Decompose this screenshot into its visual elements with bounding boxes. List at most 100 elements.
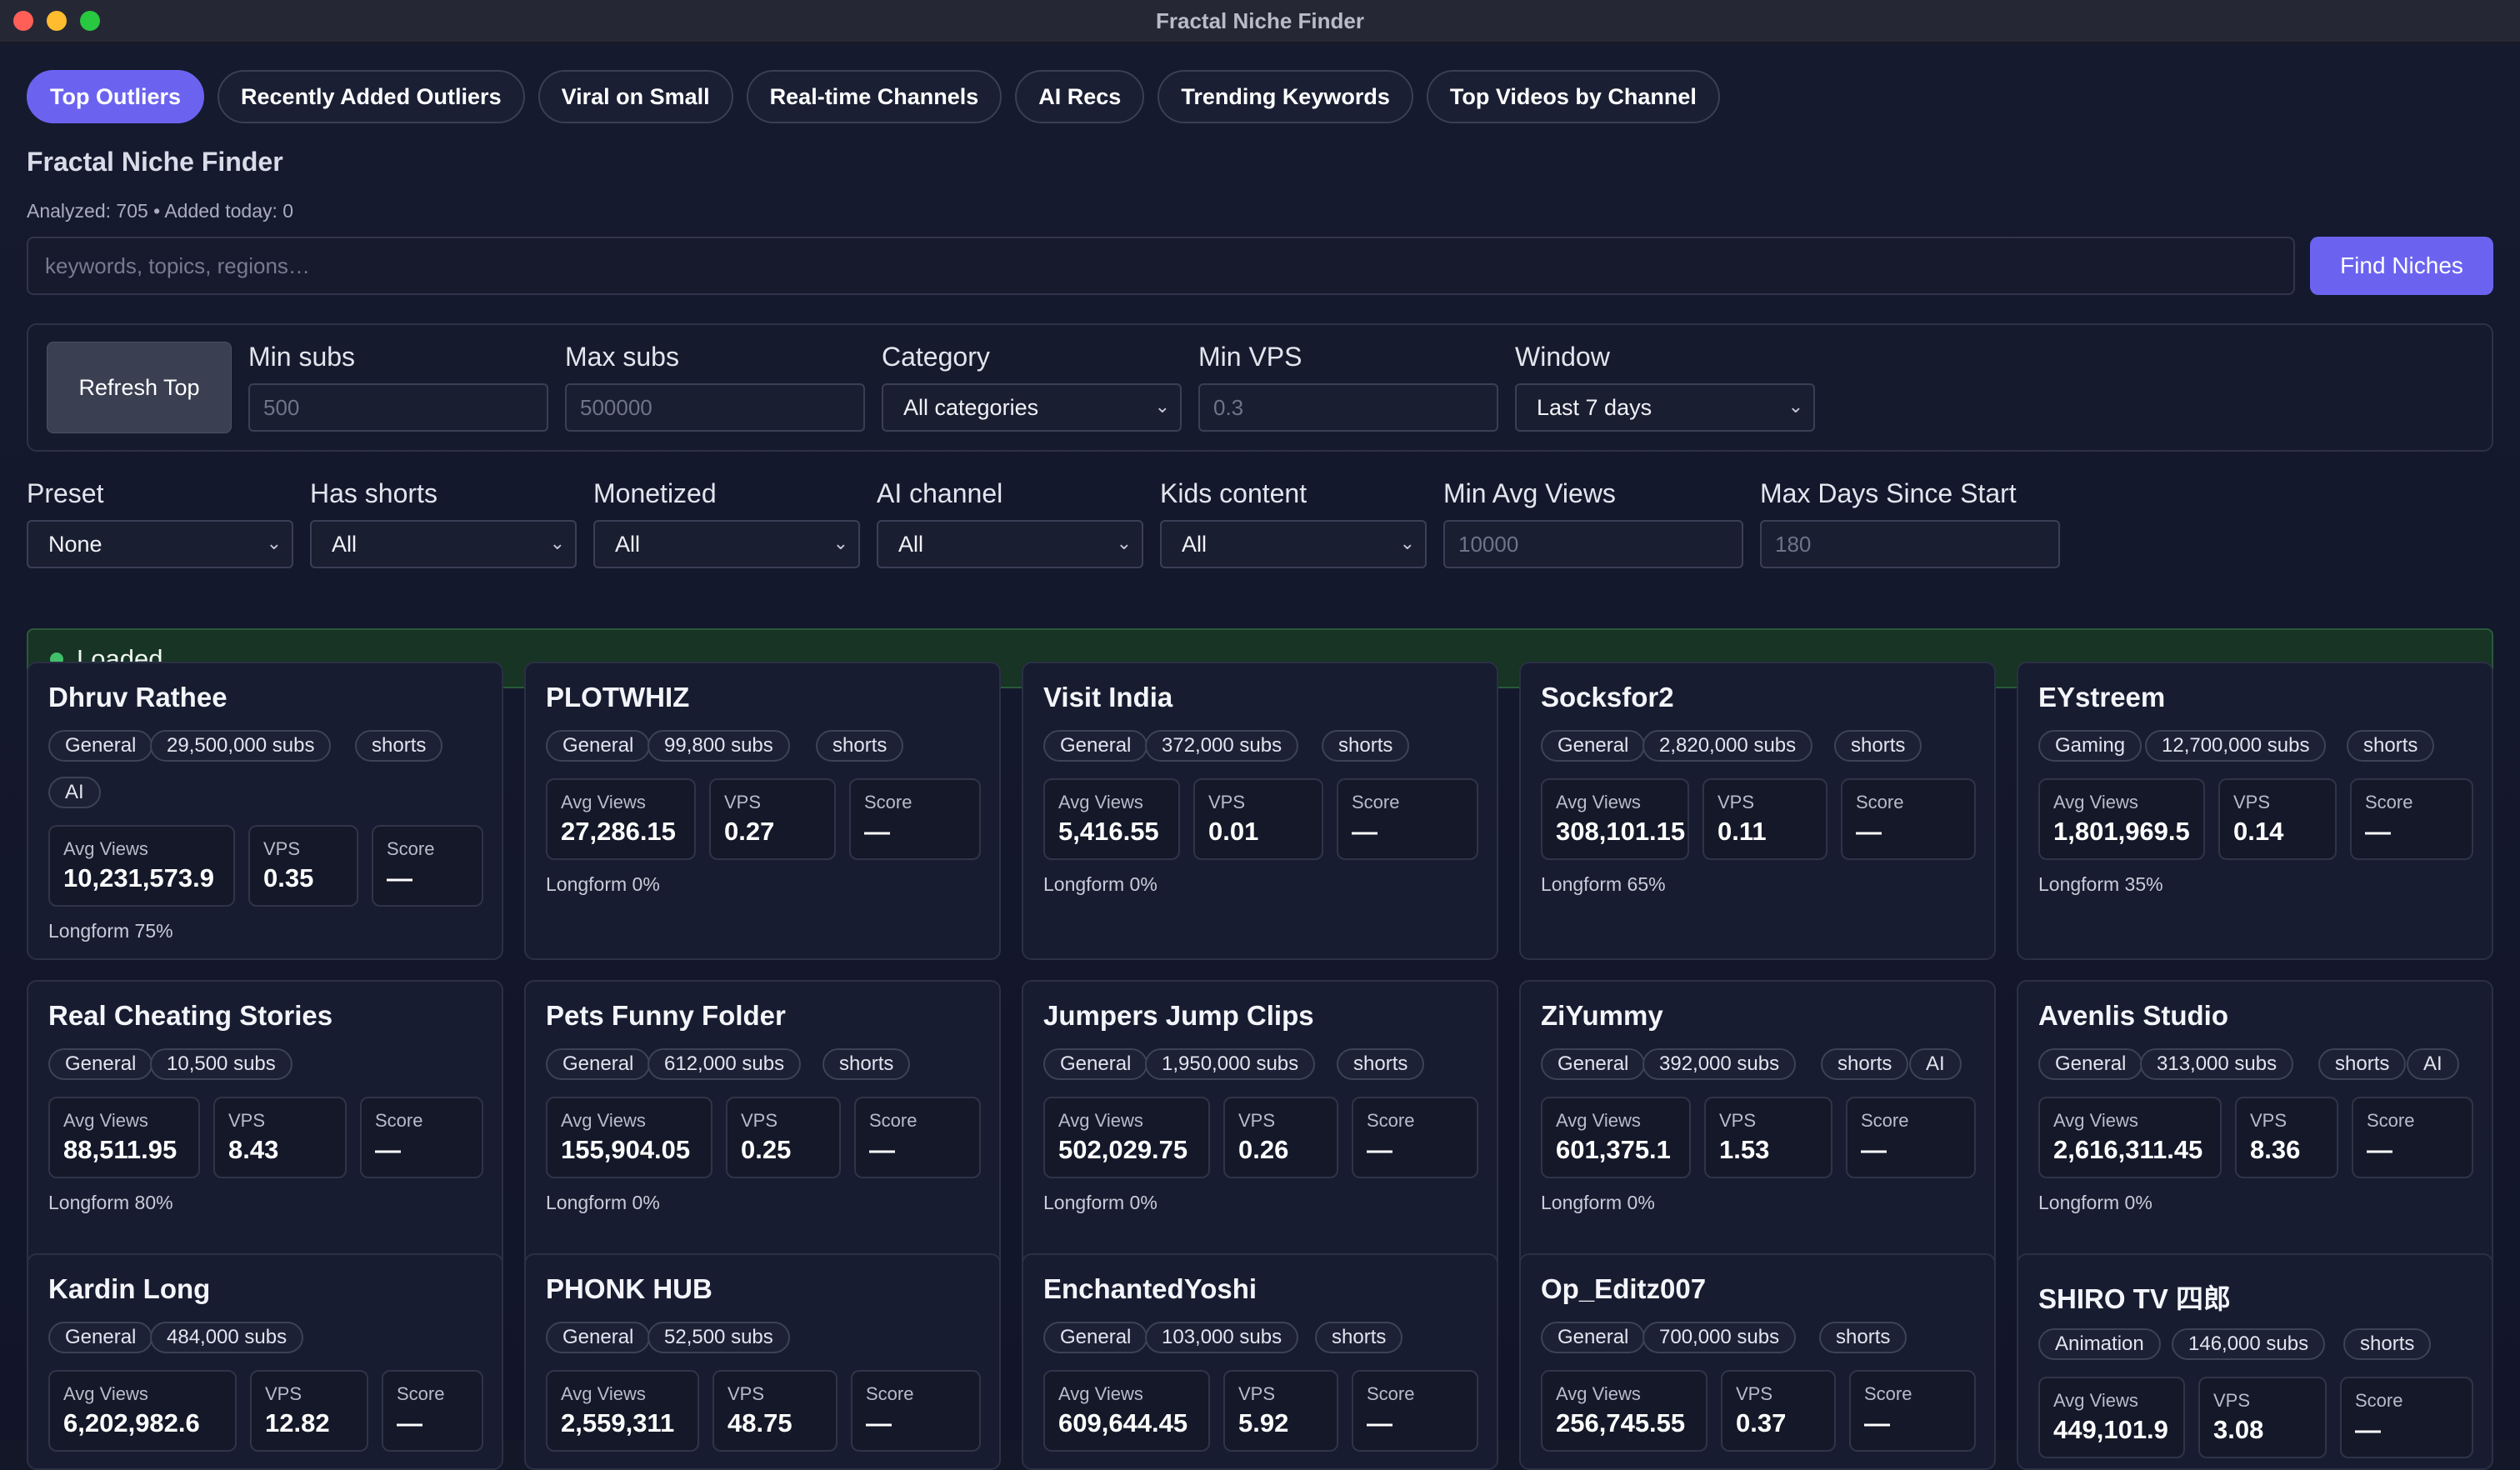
metric-label: VPS (1736, 1383, 1773, 1404)
preset-select-value: None (48, 531, 102, 557)
category-chip: General (48, 1048, 153, 1080)
longform-percent: Longform 65% (1541, 873, 1666, 895)
channel-card[interactable]: Real Cheating Stories General 10,500 sub… (27, 980, 503, 1277)
category-select[interactable]: All categories ⌄ (882, 383, 1182, 432)
score-value: — (2355, 1415, 2381, 1444)
metric-label: VPS (228, 1110, 266, 1131)
metric-label: Score (1367, 1110, 1415, 1131)
channel-card[interactable]: ZiYummy General 392,000 subs shorts AI A… (1519, 980, 1996, 1277)
tab-trending-keywords[interactable]: Trending Keywords (1158, 70, 1413, 123)
avg-views-metric: Avg Views 2,616,311.45 (2038, 1097, 2222, 1178)
vps-metric: VPS 0.25 (726, 1097, 841, 1178)
subs-chip: 372,000 subs (1145, 730, 1299, 762)
avg-views-value: 609,644.45 (1058, 1408, 1188, 1438)
metric-label: VPS (265, 1383, 302, 1404)
shorts-chip: shorts (1322, 730, 1410, 762)
min-vps-input[interactable] (1198, 383, 1498, 432)
has-shorts-select[interactable]: All ⌄ (310, 520, 577, 568)
channel-card[interactable]: Op_Editz007 General 700,000 subs shorts … (1519, 1253, 1996, 1470)
min-subs-input[interactable] (248, 383, 548, 432)
channel-card[interactable]: Jumpers Jump Clips General 1,950,000 sub… (1022, 980, 1498, 1277)
has-shorts-select-value: All (332, 531, 358, 557)
channel-card[interactable]: Dhruv Rathee General 29,500,000 subs sho… (27, 662, 503, 960)
vps-metric: VPS 1.53 (1704, 1097, 1832, 1178)
score-value: — (387, 863, 412, 892)
subs-chip: 99,800 subs (648, 730, 790, 762)
vps-metric: VPS 8.43 (213, 1097, 347, 1178)
tab-top-videos-by-channel[interactable]: Top Videos by Channel (1426, 70, 1720, 123)
avg-views-metric: Avg Views 88,511.95 (48, 1097, 200, 1178)
avg-views-metric: Avg Views 256,745.55 (1541, 1370, 1708, 1452)
preset-select[interactable]: None ⌄ (27, 520, 293, 568)
max-days-since-start-input[interactable] (1760, 520, 2060, 568)
channel-name: Avenlis Studio (2038, 1000, 2228, 1031)
category-chip: General (546, 1048, 651, 1080)
vps-value: 1.53 (1719, 1135, 1770, 1164)
has-shorts-label: Has shorts (310, 478, 438, 508)
analysis-stats: Analyzed: 705 • Added today: 0 (27, 200, 294, 222)
tab-viral-on-small[interactable]: Viral on Small (538, 70, 733, 123)
vps-metric: VPS 0.37 (1721, 1370, 1836, 1452)
tab-real-time-channels[interactable]: Real-time Channels (746, 70, 1002, 123)
category-chip: General (1541, 1322, 1646, 1353)
search-input[interactable] (27, 237, 2295, 295)
min-avg-views-input[interactable] (1443, 520, 1743, 568)
ai-channel-select[interactable]: All ⌄ (877, 520, 1143, 568)
page-title: Fractal Niche Finder (27, 147, 283, 177)
tab-ai-recs[interactable]: AI Recs (1015, 70, 1145, 123)
vps-value: 0.25 (741, 1135, 792, 1164)
monetized-select[interactable]: All ⌄ (593, 520, 860, 568)
channel-card[interactable]: Kardin Long General 484,000 subs Avg Vie… (27, 1253, 503, 1470)
channel-name: PHONK HUB (546, 1273, 712, 1304)
channel-card[interactable]: PHONK HUB General 52,500 subs Avg Views … (524, 1253, 1001, 1470)
refresh-top-button[interactable]: Refresh Top (47, 342, 232, 433)
avg-views-metric: Avg Views 5,416.55 (1043, 778, 1180, 860)
channel-card[interactable]: Pets Funny Folder General 612,000 subs s… (524, 980, 1001, 1277)
metric-label: Avg Views (1058, 792, 1143, 812)
avg-views-metric: Avg Views 601,375.1 (1541, 1097, 1691, 1178)
metric-label: Avg Views (1058, 1110, 1143, 1131)
shorts-chip: shorts (822, 1048, 911, 1080)
metric-label: Avg Views (1058, 1383, 1143, 1404)
ai-channel-select-value: All (898, 531, 924, 557)
max-subs-input[interactable] (565, 383, 865, 432)
avg-views-value: 88,511.95 (63, 1135, 178, 1164)
channel-card[interactable]: EYstreem Gaming 12,700,000 subs shorts A… (2017, 662, 2493, 960)
vps-metric: VPS 48.75 (712, 1370, 838, 1452)
app-content: Top Outliers Recently Added Outliers Vir… (0, 43, 2520, 1470)
kids-content-select[interactable]: All ⌄ (1160, 520, 1427, 568)
metric-label: Score (1861, 1110, 1909, 1131)
channel-card[interactable]: Avenlis Studio General 313,000 subs shor… (2017, 980, 2493, 1277)
channel-card[interactable]: PLOTWHIZ General 99,800 subs shorts Avg … (524, 662, 1001, 960)
tab-recently-added-outliers[interactable]: Recently Added Outliers (218, 70, 525, 123)
monetized-select-value: All (615, 531, 641, 557)
subs-chip: 29,500,000 subs (150, 730, 332, 762)
metric-label: Score (1352, 792, 1400, 812)
vps-metric: VPS 8.36 (2235, 1097, 2338, 1178)
subs-chip: 10,500 subs (150, 1048, 292, 1080)
channel-card[interactable]: Visit India General 372,000 subs shorts … (1022, 662, 1498, 960)
avg-views-metric: Avg Views 609,644.45 (1043, 1370, 1210, 1452)
find-niches-button[interactable]: Find Niches (2310, 237, 2493, 295)
window-select[interactable]: Last 7 days ⌄ (1515, 383, 1815, 432)
channel-card[interactable]: EnchantedYoshi General 103,000 subs shor… (1022, 1253, 1498, 1470)
channel-card[interactable]: SHIRO TV 四郎 Animation 146,000 subs short… (2017, 1253, 2493, 1470)
tab-top-outliers[interactable]: Top Outliers (27, 70, 205, 123)
channel-name: EYstreem (2038, 682, 2166, 712)
vps-value: 0.27 (724, 817, 775, 846)
chevron-down-icon: ⌄ (549, 532, 565, 553)
vps-metric: VPS 0.01 (1193, 778, 1323, 860)
category-chip: General (546, 1322, 651, 1353)
channel-card[interactable]: Socksfor2 General 2,820,000 subs shorts … (1519, 662, 1996, 960)
shorts-chip: shorts (355, 730, 443, 762)
score-value: — (864, 817, 890, 846)
category-chip: General (1043, 730, 1148, 762)
shorts-chip: shorts (2343, 1328, 2432, 1360)
score-value: — (397, 1408, 422, 1438)
score-metric: Score — (1849, 1370, 1976, 1452)
channel-name: Jumpers Jump Clips (1043, 1000, 1314, 1031)
channel-name: Real Cheating Stories (48, 1000, 333, 1031)
avg-views-value: 5,416.55 (1058, 817, 1159, 846)
subs-chip: 52,500 subs (648, 1322, 790, 1353)
metric-label: VPS (2233, 792, 2271, 812)
